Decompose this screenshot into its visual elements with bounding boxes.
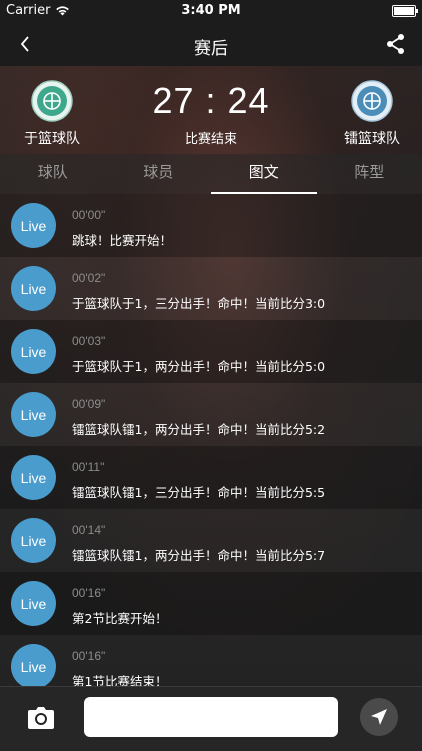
feed-text: 于篮球队于1，两分出手！命中！当前比分5:0 xyxy=(72,356,325,375)
tab-bar: 球队 球员 图文 阵型 xyxy=(0,154,422,194)
feed-time: 00'09" xyxy=(72,397,105,411)
away-team[interactable]: 镭篮球队 xyxy=(322,80,422,148)
feed-time: 00'00" xyxy=(72,208,105,222)
tab-team[interactable]: 球队 xyxy=(0,154,106,194)
feed-item: Live 00'16" 第1节比赛结束！ xyxy=(0,635,422,686)
live-badge: Live xyxy=(11,329,56,374)
share-button[interactable] xyxy=(384,32,408,56)
live-badge: Live xyxy=(11,266,56,311)
feed-item: Live 00'11" 镭篮球队镭1，三分出手！命中！当前比分5:5 xyxy=(0,446,422,509)
tab-play-by-play[interactable]: 图文 xyxy=(211,154,317,194)
live-badge: Live xyxy=(11,392,56,437)
feed-item: Live 00'02" 于篮球队于1，三分出手！命中！当前比分3:0 xyxy=(0,257,422,320)
basketball-team-logo-icon xyxy=(351,80,393,122)
live-badge: Live xyxy=(11,518,56,563)
feed-item: Live 00'00" 跳球！比赛开始！ xyxy=(0,194,422,257)
feed-item: Live 00'09" 镭篮球队镭1，两分出手！命中！当前比分5:2 xyxy=(0,383,422,446)
page-title: 赛后 xyxy=(0,34,422,59)
comment-input-bar xyxy=(0,686,422,751)
battery-icon xyxy=(392,5,416,17)
feed-text: 于篮球队于1，三分出手！命中！当前比分3:0 xyxy=(72,293,325,312)
scoreboard: 于篮球队 27 : 24 比赛结束 镭篮球队 xyxy=(0,66,422,154)
feed-text: 镭篮球队镭1，两分出手！命中！当前比分5:7 xyxy=(72,545,325,564)
live-badge: Live xyxy=(11,644,56,686)
camera-icon xyxy=(26,705,56,733)
send-icon xyxy=(369,707,389,727)
tab-lineup[interactable]: 阵型 xyxy=(317,154,422,194)
share-icon xyxy=(384,32,408,56)
navigation-bar: 赛后 xyxy=(0,22,422,66)
feed-time: 00'14" xyxy=(72,523,105,537)
live-feed[interactable]: Live 00'00" 跳球！比赛开始！ Live 00'02" 于篮球队于1，… xyxy=(0,194,422,686)
feed-item: Live 00'03" 于篮球队于1，两分出手！命中！当前比分5:0 xyxy=(0,320,422,383)
status-time: 3:40 PM xyxy=(0,3,422,18)
feed-text: 镭篮球队镭1，两分出手！命中！当前比分5:2 xyxy=(72,419,325,438)
feed-item: Live 00'14" 镭篮球队镭1，两分出手！命中！当前比分5:7 xyxy=(0,509,422,572)
feed-text: 第2节比赛开始！ xyxy=(72,608,167,627)
feed-text: 跳球！比赛开始！ xyxy=(72,230,172,249)
feed-time: 00'16" xyxy=(72,586,105,600)
feed-item: Live 00'16" 第2节比赛开始！ xyxy=(0,572,422,635)
live-badge: Live xyxy=(11,455,56,500)
feed-time: 00'11" xyxy=(72,460,104,474)
feed-text: 镭篮球队镭1，三分出手！命中！当前比分5:5 xyxy=(72,482,325,501)
feed-time: 00'02" xyxy=(72,271,105,285)
send-button[interactable] xyxy=(360,698,398,736)
camera-button[interactable] xyxy=(26,705,56,733)
status-bar: Carrier 3:40 PM xyxy=(0,0,422,22)
live-badge: Live xyxy=(11,581,56,626)
live-badge: Live xyxy=(11,203,56,248)
feed-text: 第1节比赛结束！ xyxy=(72,671,167,686)
comment-input[interactable] xyxy=(84,697,338,737)
feed-time: 00'16" xyxy=(72,649,105,663)
away-team-name: 镭篮球队 xyxy=(322,128,422,148)
tab-players[interactable]: 球员 xyxy=(106,154,212,194)
feed-time: 00'03" xyxy=(72,334,105,348)
